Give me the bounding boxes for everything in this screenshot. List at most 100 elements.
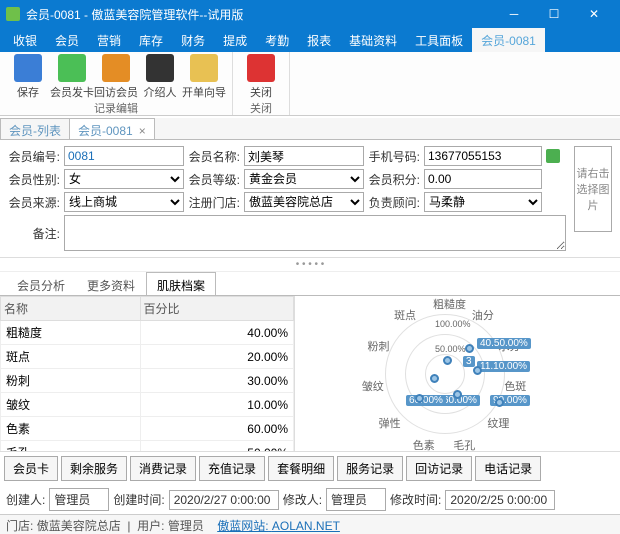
consultant-select[interactable]: 马柔静 [424,192,542,212]
radar-axis-label: 弹性 [379,415,401,431]
phone-icon[interactable] [546,149,560,163]
ctime-value: 2020/2/27 0:00:00 [169,490,279,510]
bottom-button[interactable]: 电话记录 [475,456,541,481]
ribbon-button[interactable]: 会员发卡 [50,54,94,100]
doc-tab[interactable]: 会员-0081× [69,118,155,139]
label-member-name: 会员名称: [188,148,240,165]
menu-item[interactable]: 工具面板 [406,28,472,52]
ribbon-button[interactable]: 回访会员 [94,54,138,100]
member-no-input[interactable] [64,146,184,166]
label-consultant: 负责顾问: [368,194,420,211]
radar-axis-label: 色斑 [504,378,526,394]
label-phone: 手机号码: [368,148,420,165]
member-form: 会员编号: 会员名称: 手机号码: 会员性别: 女 会员等级: 黄金会员 会员积… [0,140,620,258]
menu-item[interactable]: 会员-0081 [472,28,545,52]
ribbon-icon [14,54,42,82]
bottom-button[interactable]: 充值记录 [199,456,265,481]
table-row[interactable]: 粗糙度40.00% [1,321,294,345]
radar-axis-label: 油分 [472,307,494,323]
label-member-no: 会员编号: [8,148,60,165]
document-tabs: 会员-列表会员-0081× [0,118,620,140]
table-row[interactable]: 斑点20.00% [1,345,294,369]
label-source: 会员来源: [8,194,60,211]
menu-item[interactable]: 会员 [46,28,88,52]
menu-item[interactable]: 考勤 [256,28,298,52]
ctime-label: 创建时间: [113,491,164,508]
sub-tab[interactable]: 肌肤档案 [146,272,216,295]
ribbon-icon [58,54,86,82]
mtime-value: 2020/2/25 0:00:00 [445,490,555,510]
radar-axis-label: 皱纹 [362,378,384,394]
ribbon-icon [102,54,130,82]
ribbon-button[interactable]: 保存 [6,54,50,100]
modifier-label: 修改人: [283,491,322,508]
table-row[interactable]: 毛孔50.00% [1,441,294,452]
doc-tab[interactable]: 会员-列表 [0,118,70,139]
level-select[interactable]: 黄金会员 [244,169,364,189]
ribbon-button[interactable]: 开单向导 [182,54,226,100]
bottom-button[interactable]: 消费记录 [130,456,196,481]
gender-select[interactable]: 女 [64,169,184,189]
radar-point [443,356,452,365]
tab-close-icon[interactable]: × [139,124,146,138]
radar-point [415,394,424,403]
status-bar: 门店: 傲蓝美容院总店 | 用户: 管理员 傲蓝网站: AOLAN.NET [0,514,620,534]
points-input[interactable] [424,169,542,189]
ribbon-button[interactable]: 关闭 [239,54,283,100]
bottom-button[interactable]: 服务记录 [337,456,403,481]
menu-item[interactable]: 提成 [214,28,256,52]
ribbon-group-close: 关闭 关闭 [233,52,290,115]
table-row[interactable]: 色素60.00% [1,417,294,441]
bottom-button[interactable]: 会员卡 [4,456,58,481]
app-icon [6,7,20,21]
modifier-value: 管理员 [326,488,386,511]
menu-item[interactable]: 财务 [172,28,214,52]
radar-axis-label: 粗糙度 [433,296,466,312]
ribbon-icon [247,54,275,82]
ribbon-group-label: 记录编辑 [94,100,138,118]
radar-axis-label: 色素 [413,437,435,453]
col-name: 名称 [1,297,141,321]
radar-point [495,398,504,407]
source-select[interactable]: 线上商城 [64,192,184,212]
maximize-button[interactable]: ☐ [534,0,574,28]
radar-axis-label: 毛孔 [453,437,475,453]
label-remark: 备注: [8,225,60,242]
minimize-button[interactable]: ─ [494,0,534,28]
radar-chart: 50.00%100.00%粗糙度油分水分色斑纹理毛孔色素弹性皱纹粉刺斑点40.5… [295,296,620,451]
radar-axis-label: 斑点 [394,307,416,323]
sub-tabs: 会员分析更多资料肌肤档案 [0,272,620,296]
bottom-button[interactable]: 剩余服务 [61,456,127,481]
radar-point [430,374,439,383]
ribbon-icon [190,54,218,82]
menu-bar: 收银会员营销库存财务提成考勤报表基础资料工具面板会员-0081 [0,28,620,52]
sub-tab[interactable]: 会员分析 [6,272,76,295]
mtime-label: 修改时间: [390,491,441,508]
close-button[interactable]: ✕ [574,0,614,28]
member-name-input[interactable] [244,146,364,166]
label-points: 会员积分: [368,171,420,188]
radar-point [465,344,474,353]
photo-box[interactable]: 请右击选择图片 [574,146,612,232]
reg-store-select[interactable]: 傲蓝美容院总店 [244,192,364,212]
label-gender: 会员性别: [8,171,60,188]
menu-item[interactable]: 营销 [88,28,130,52]
window-title: 会员-0081 - 傲蓝美容院管理软件--试用版 [26,6,494,23]
menu-item[interactable]: 库存 [130,28,172,52]
table-row[interactable]: 粉刺30.00% [1,369,294,393]
bottom-button[interactable]: 回访记录 [406,456,472,481]
ribbon-button[interactable]: 介绍人 [138,54,182,100]
creator-value: 管理员 [49,488,109,511]
sub-tab[interactable]: 更多资料 [76,272,146,295]
website-link[interactable]: 傲蓝网站: AOLAN.NET [217,519,340,533]
ribbon-group-edit: 保存会员发卡回访会员介绍人开单向导 记录编辑 [0,52,233,115]
bottom-button[interactable]: 套餐明细 [268,456,334,481]
table-row[interactable]: 皱纹10.00% [1,393,294,417]
label-reg-store: 注册门店: [188,194,240,211]
radar-point [473,366,482,375]
remark-input[interactable] [64,215,566,251]
menu-item[interactable]: 报表 [298,28,340,52]
menu-item[interactable]: 基础资料 [340,28,406,52]
phone-input[interactable] [424,146,542,166]
menu-item[interactable]: 收银 [4,28,46,52]
